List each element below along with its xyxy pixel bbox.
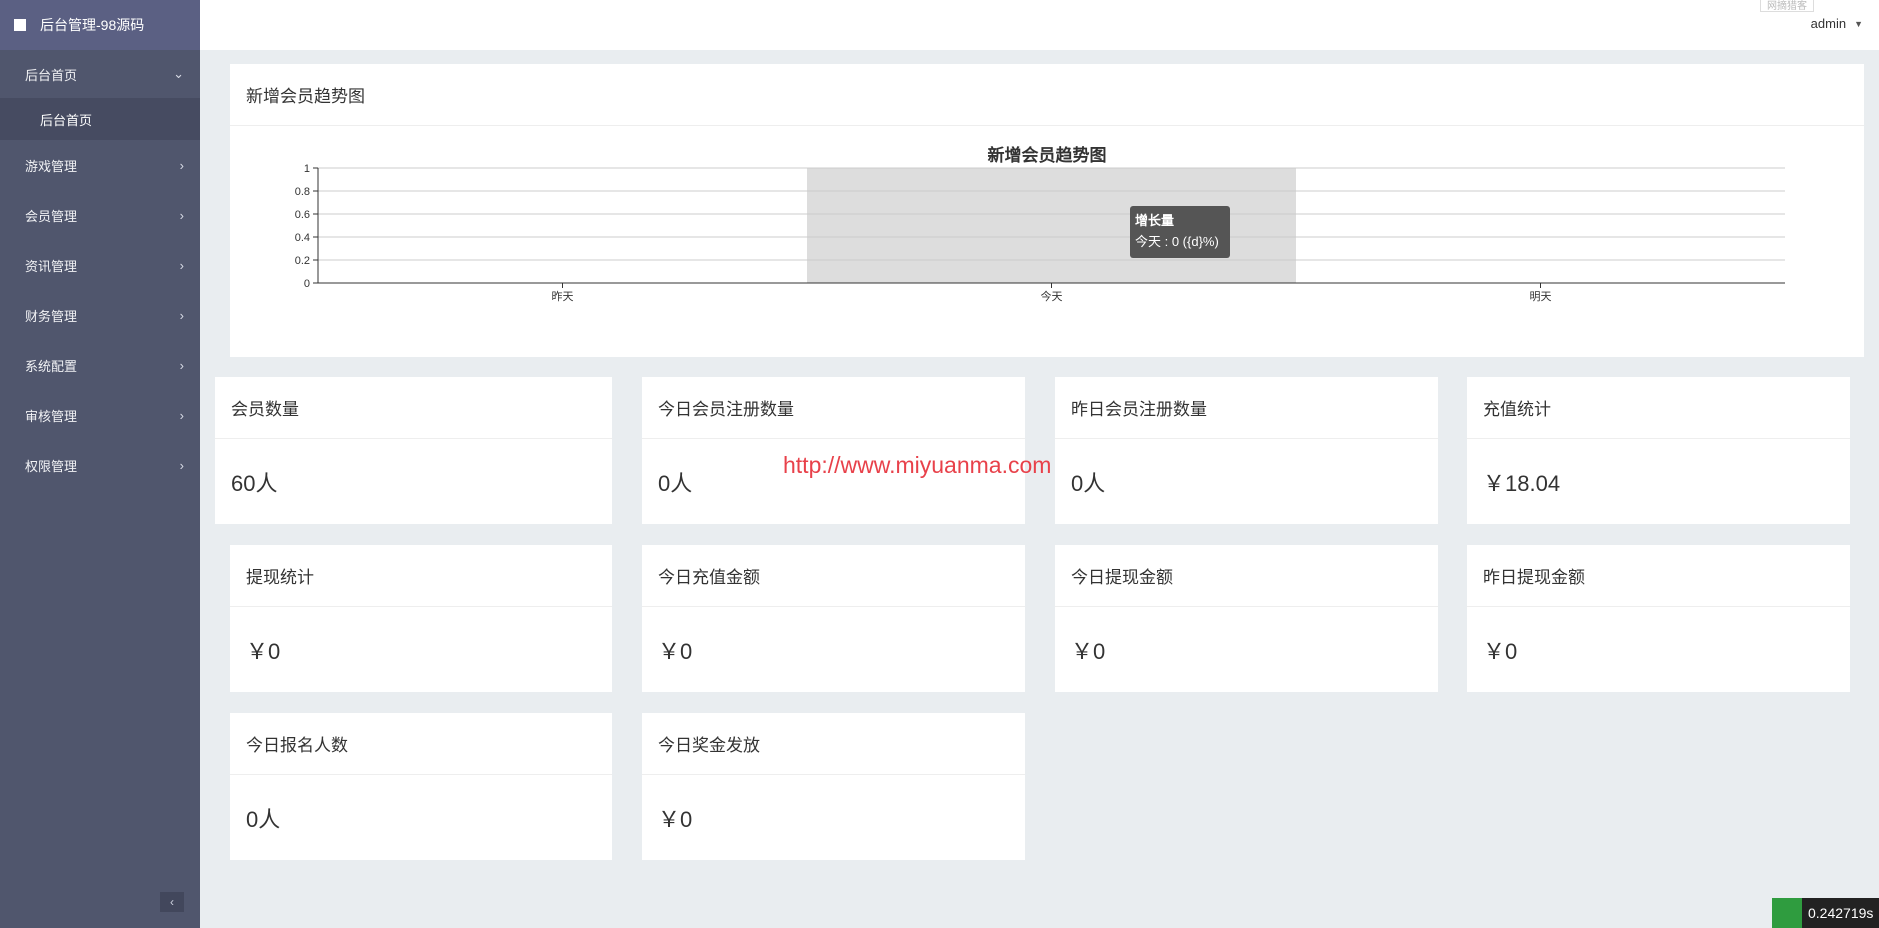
stat-title: 今日奖金发放 (642, 713, 1025, 775)
y-tick-label: 0.4 (295, 232, 310, 244)
stat-title: 今日充值金额 (642, 545, 1025, 607)
stat-card-today-withdraw: 今日提现金额 ￥0 (1055, 545, 1438, 692)
stat-card-withdraw-total: 提现统计 ￥0 (230, 545, 612, 692)
y-tick-label: 0.6 (295, 209, 310, 221)
y-tick-label: 0 (304, 278, 310, 290)
sidebar-item-label: 会员管理 (25, 208, 78, 224)
timer-text: 0.242719s (1802, 898, 1879, 928)
stat-card-today-signups: 今日报名人数 0人 (230, 713, 612, 860)
sidebar-item-label: 系统配置 (25, 358, 78, 374)
top-badge: 网摘猎客 (1760, 0, 1814, 12)
sidebar-subitem-label: 后台首页 (40, 112, 93, 128)
x-tick-label: 明天 (1530, 290, 1552, 303)
chevron-right-icon: › (179, 357, 184, 373)
top-header: 网摘猎客 admin ▼ (200, 0, 1879, 50)
stat-value: ￥0 (1071, 639, 1106, 664)
debug-timer: 0.242719s (1772, 898, 1879, 928)
sidebar-item-label: 审核管理 (25, 408, 78, 424)
stat-value: ￥0 (1483, 639, 1518, 664)
caret-down-icon: ▼ (1854, 18, 1863, 29)
stat-card-yesterday-registrations: 昨日会员注册数量 0人 (1055, 377, 1438, 524)
stat-value: ￥0 (658, 639, 693, 664)
sidebar-item-label: 权限管理 (25, 458, 78, 474)
sidebar-item-label: 游戏管理 (25, 158, 78, 174)
watermark-link: http://www.miyuanma.com (783, 452, 1052, 478)
chevron-right-icon: › (179, 257, 184, 273)
x-tick-label: 昨天 (552, 290, 574, 303)
user-menu[interactable]: admin ▼ (1811, 16, 1863, 31)
chevron-right-icon: › (179, 207, 184, 223)
sidebar-item-system[interactable]: 系统配置 › (0, 340, 200, 390)
stat-title: 充值统计 (1467, 377, 1850, 439)
card-title: 新增会员趋势图 (230, 64, 1864, 126)
sidebar-item-finance[interactable]: 财务管理 › (0, 290, 200, 340)
username: admin (1810, 16, 1847, 31)
member-trend-card: 新增会员趋势图 新增会员趋势图 0 0.2 0.4 0.6 0.8 1 昨天 今天 明天 增长量今… (230, 64, 1864, 357)
sidebar: 后台管理-98源码 后台首页 ⌄ 后台首页 游戏管理 › 会员管理 › 资讯管理… (0, 0, 200, 928)
stat-card-member-count: 会员数量 60人 (215, 377, 612, 524)
stat-card-today-registrations: 今日会员注册数量 0人 (642, 377, 1025, 524)
sidebar-item-label: 资讯管理 (25, 258, 78, 274)
chevron-right-icon: › (179, 307, 184, 323)
stat-card-today-bonus: 今日奖金发放 ￥0 (642, 713, 1025, 860)
brand-logo-icon (14, 19, 26, 31)
member-trend-chart[interactable]: 新增会员趋势图 0 0.2 0.4 0.6 0.8 1 昨天 今天 明天 增长量今天 : 0 ({… (230, 126, 1864, 357)
stat-title: 昨日会员注册数量 (1055, 377, 1438, 439)
chart-title: 新增会员趋势图 (988, 145, 1107, 165)
chevron-left-icon: ‹ (170, 895, 174, 909)
stat-title: 今日会员注册数量 (642, 377, 1025, 439)
leaf-logo-icon (1772, 898, 1802, 928)
y-tick-label: 0.8 (295, 186, 310, 198)
chevron-right-icon: › (179, 407, 184, 423)
stat-title: 昨日提现金额 (1467, 545, 1850, 607)
stat-title: 提现统计 (230, 545, 612, 607)
stat-title: 会员数量 (215, 377, 612, 439)
stat-title: 今日提现金额 (1055, 545, 1438, 607)
stat-card-today-recharge: 今日充值金额 ￥0 (642, 545, 1025, 692)
brand[interactable]: 后台管理-98源码 (0, 0, 200, 50)
stat-card-yesterday-withdraw: 昨日提现金额 ￥0 (1467, 545, 1850, 692)
chevron-right-icon: › (179, 457, 184, 473)
chevron-right-icon: › (179, 157, 184, 173)
sidebar-item-members[interactable]: 会员管理 › (0, 190, 200, 240)
chart-svg: 新增会员趋势图 0 0.2 0.4 0.6 0.8 1 昨天 今天 明天 增长量今天 : 0 ({… (295, 145, 1785, 303)
sidebar-item-review[interactable]: 审核管理 › (0, 390, 200, 440)
y-tick-label: 0.2 (295, 255, 310, 267)
tooltip-title: 增长量 (1135, 213, 1174, 228)
sidebar-item-news[interactable]: 资讯管理 › (0, 240, 200, 290)
sidebar-item-label: 后台首页 (25, 67, 78, 83)
stat-value: ￥0 (658, 807, 693, 832)
stat-card-recharge-total: 充值统计 ￥18.04 (1467, 377, 1850, 524)
x-tick-label: 今天 (1041, 289, 1063, 303)
stat-value: ￥18.04 (1483, 471, 1561, 496)
brand-title: 后台管理-98源码 (40, 17, 145, 33)
sidebar-item-permissions[interactable]: 权限管理 › (0, 440, 200, 490)
y-tick-label: 1 (304, 163, 310, 175)
stat-value: ￥0 (246, 639, 281, 664)
sidebar-item-games[interactable]: 游戏管理 › (0, 140, 200, 190)
tooltip-line: 今天 : 0 ({d}%) (1135, 234, 1219, 249)
stat-value: 0人 (246, 807, 281, 832)
stat-value: 60人 (231, 471, 278, 496)
stat-value: 0人 (1071, 471, 1106, 496)
sidebar-collapse-button[interactable]: ‹ (160, 892, 184, 912)
chevron-down-icon: ⌄ (173, 66, 184, 81)
sidebar-subitem-home[interactable]: 后台首页 (0, 98, 200, 140)
sidebar-item-label: 财务管理 (25, 308, 78, 324)
stat-title: 今日报名人数 (230, 713, 612, 775)
sidebar-item-home[interactable]: 后台首页 ⌄ (0, 50, 200, 98)
